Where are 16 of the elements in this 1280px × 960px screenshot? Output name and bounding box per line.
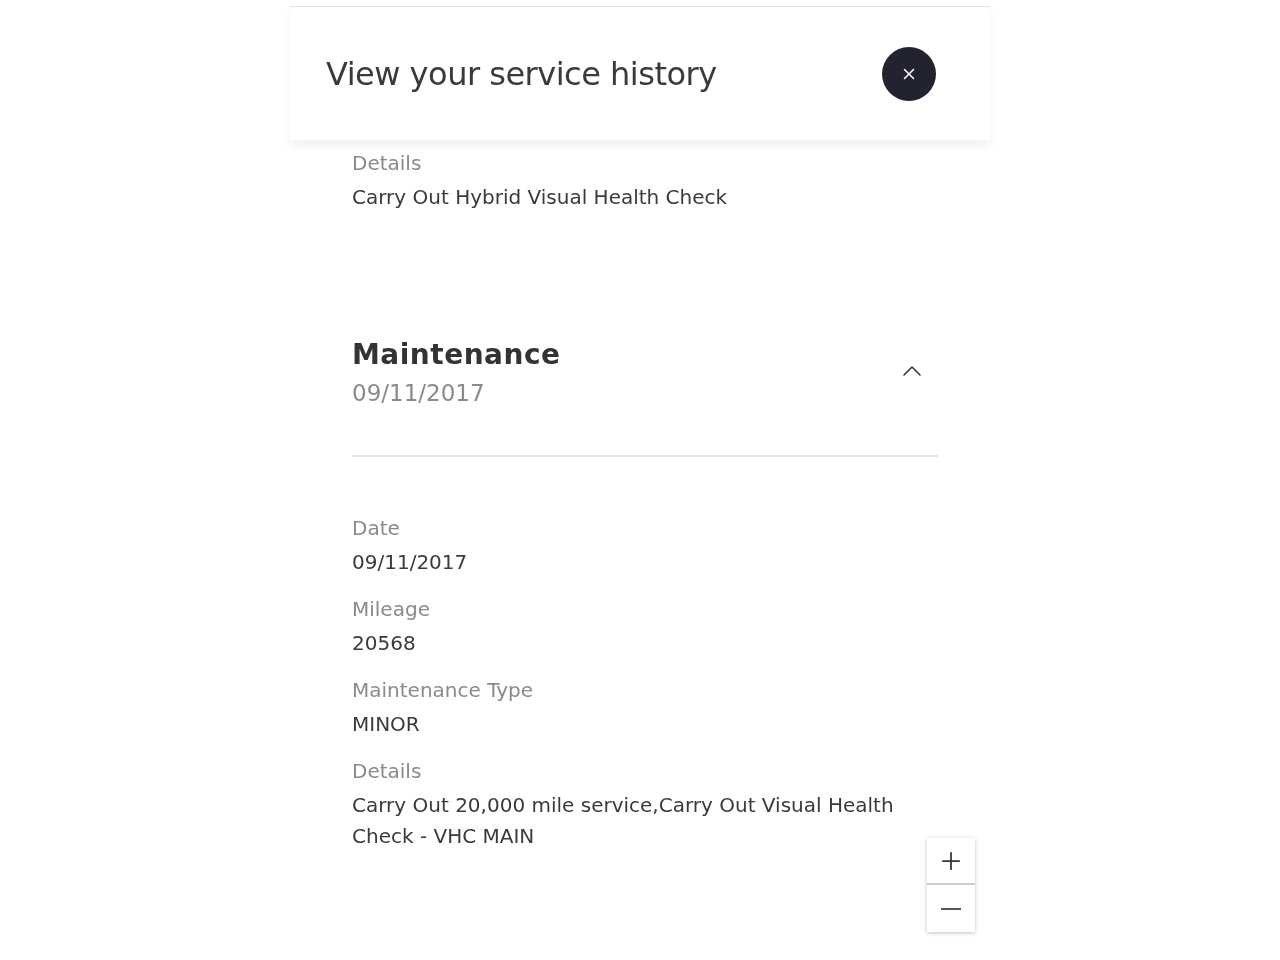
field-label: Mileage [352,596,431,622]
section-header[interactable]: Maintenance 09/11/2017 [352,337,938,457]
field-label: Date [352,515,401,541]
field-value: 09/11/2017 [352,549,469,576]
field-value: 20568 [352,630,417,657]
section-title: Maintenance [352,337,561,373]
close-button[interactable] [882,46,936,101]
field-label: Maintenance Type [352,677,535,703]
field-value: Carry Out Hybrid Visual Health Check [352,184,729,211]
panel-title: View your service history [326,53,717,95]
field-value: MINOR [352,711,421,738]
field-label: Details [352,758,423,784]
minus-icon [941,907,961,910]
section-date: 09/11/2017 [352,379,486,408]
field-label: Details [352,150,423,176]
field-value: Carry Out 20,000 mile service,Carry Out Visual Health Check - VHC MAIN [352,792,895,850]
